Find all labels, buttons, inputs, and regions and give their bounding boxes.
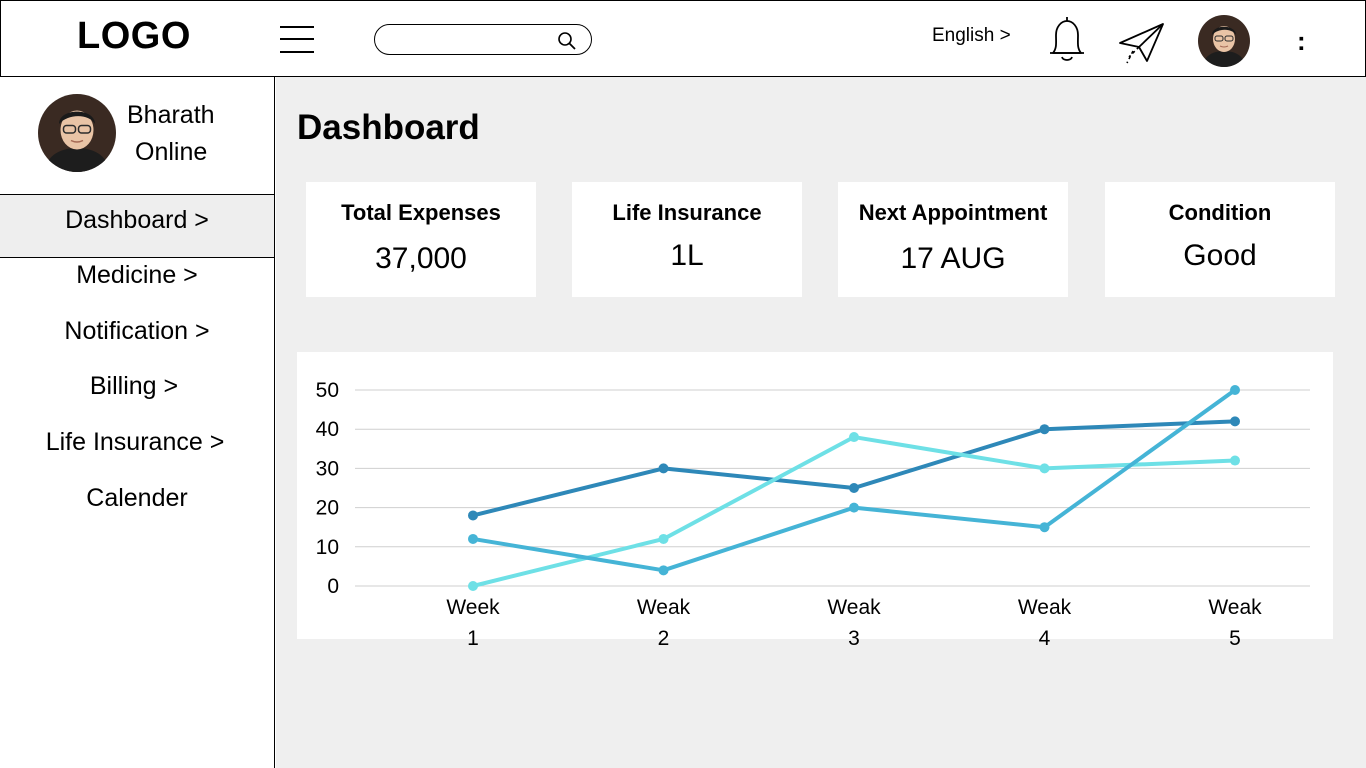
profile-card: Bharath Online xyxy=(0,77,274,195)
profile-name: Bharath xyxy=(127,101,215,129)
y-tick-label: 10 xyxy=(316,536,339,559)
card-value: 37,000 xyxy=(375,242,467,275)
weekly-chart: 0 10 20 30 40 50 Week 1 Weak 2 Weak 3 Weak 4 Weak 5 xyxy=(297,352,1333,650)
data-point xyxy=(1230,416,1240,427)
menu-icon[interactable] xyxy=(280,25,314,53)
page-title: Dashboard xyxy=(297,108,480,147)
x-tick-label: Weak xyxy=(637,596,691,619)
sidebar-item-life-insurance[interactable]: Life Insurance > xyxy=(0,428,272,462)
data-point xyxy=(1039,463,1050,474)
send-icon[interactable] xyxy=(1117,21,1165,65)
sidebar-item-dashboard[interactable]: Dashboard > xyxy=(0,195,274,258)
card-value: Good xyxy=(1183,239,1257,272)
language-selector[interactable]: English > xyxy=(932,25,1011,47)
data-point xyxy=(849,502,859,513)
sidebar-item-notification[interactable]: Notification > xyxy=(0,317,274,351)
sidebar: Bharath Online Dashboard > Medicine > No… xyxy=(0,77,275,768)
x-tick-label: 3 xyxy=(848,627,860,650)
data-point xyxy=(849,432,859,443)
logo[interactable]: LOGO xyxy=(77,15,191,58)
card-title: Condition xyxy=(1168,200,1272,225)
card-title: Total Expenses xyxy=(341,200,501,225)
data-point xyxy=(1039,522,1050,533)
search-icon[interactable] xyxy=(557,31,577,51)
data-point xyxy=(468,533,478,544)
x-tick-label: 4 xyxy=(1039,627,1051,650)
series-line xyxy=(471,388,1237,573)
data-point xyxy=(468,510,478,521)
y-tick-label: 30 xyxy=(316,457,339,480)
card-value: 17 AUG xyxy=(900,242,1006,275)
x-tick-label: Weak xyxy=(1018,596,1072,619)
sidebar-item-medicine[interactable]: Medicine > xyxy=(0,261,274,295)
data-point xyxy=(658,463,669,474)
line-chart: 0 10 20 30 40 50 Week 1 Weak 2 Weak 3 Weak 4 Weak 5 xyxy=(316,379,1310,650)
total-expenses-card[interactable]: Total Expenses 37,000 xyxy=(306,182,536,297)
data-point xyxy=(468,581,478,591)
search-input[interactable] xyxy=(389,30,554,50)
data-point xyxy=(658,533,669,544)
data-point xyxy=(1039,424,1050,435)
profile-status: Online xyxy=(135,138,208,166)
user-avatar[interactable] xyxy=(1198,15,1250,67)
data-point xyxy=(658,565,669,576)
condition-card[interactable]: Condition Good xyxy=(1105,182,1335,297)
bell-icon[interactable] xyxy=(1045,15,1089,63)
main-content: Dashboard Total Expenses 37,000 Life Ins… xyxy=(276,77,1366,768)
sidebar-item-billing[interactable]: Billing > xyxy=(0,372,271,406)
card-title: Life Insurance xyxy=(612,200,762,225)
x-tick-label: 1 xyxy=(467,627,479,650)
y-tick-label: 20 xyxy=(316,497,339,520)
x-tick-label: Weak xyxy=(1208,596,1262,619)
data-point xyxy=(849,483,859,493)
sidebar-item-calender[interactable]: Calender xyxy=(0,484,274,518)
x-tick-label: 2 xyxy=(658,627,670,650)
y-tick-label: 40 xyxy=(316,418,339,441)
more-options-icon[interactable]: : xyxy=(1297,26,1306,57)
x-tick-label: Week xyxy=(446,596,500,619)
data-point xyxy=(1230,385,1240,395)
y-tick-label: 0 xyxy=(327,575,339,598)
card-value: 1L xyxy=(670,239,704,272)
top-bar: LOGO English > : xyxy=(0,0,1366,77)
data-point xyxy=(1230,455,1240,466)
card-title: Next Appointment xyxy=(858,200,1048,225)
avatar xyxy=(38,94,116,172)
search-bar xyxy=(374,24,592,55)
x-tick-label: 5 xyxy=(1229,627,1241,650)
life-insurance-card[interactable]: Life Insurance 1L xyxy=(572,182,802,297)
x-tick-label: Weak xyxy=(827,596,881,619)
next-appointment-card[interactable]: Next Appointment 17 AUG xyxy=(838,182,1068,297)
y-tick-label: 50 xyxy=(316,379,339,402)
